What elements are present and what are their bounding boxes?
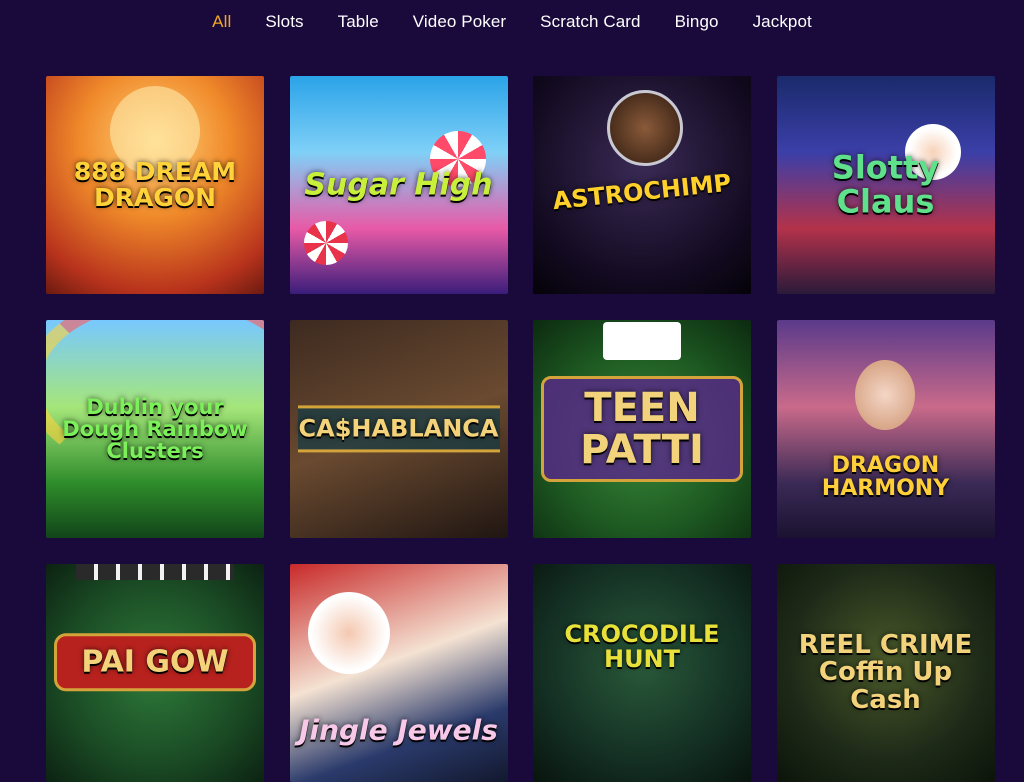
game-title: TEEN PATTI: [541, 376, 743, 482]
game-tile-jingle-jewels[interactable]: Jingle Jewels: [289, 564, 508, 782]
game-title: Sugar High: [304, 167, 493, 203]
game-tile-dublin-your-dough[interactable]: Dublin your Dough Rainbow Clusters: [46, 320, 264, 538]
game-tile-crocodile-hunt[interactable]: CROCODILE HUNT: [533, 564, 751, 782]
game-tile-pai-gow[interactable]: PAI GOW: [46, 564, 264, 782]
nav-item-jackpot[interactable]: Jackpot: [753, 12, 812, 32]
nav-item-bingo[interactable]: Bingo: [675, 12, 719, 32]
game-tile-dragon-harmony[interactable]: DRAGON HARMONY: [776, 320, 995, 538]
playing-cards-icon: [603, 322, 681, 360]
game-title: DRAGON HARMONY: [821, 452, 950, 501]
nav-item-video-poker[interactable]: Video Poker: [413, 12, 506, 32]
nav-item-all[interactable]: All: [212, 12, 231, 32]
nav-item-slots[interactable]: Slots: [265, 12, 303, 32]
game-title: Slotty Claus: [831, 148, 940, 220]
game-title: PAI GOW: [54, 633, 256, 691]
game-title: CA$HABLANCA: [297, 405, 500, 453]
game-title: REEL CRIME Coffin Up Cash: [798, 630, 973, 715]
game-tile-dream-dragon[interactable]: 888 DREAM DRAGON: [46, 76, 264, 294]
game-tile-coffin-up-cash[interactable]: REEL CRIME Coffin Up Cash: [776, 564, 995, 782]
game-title: ASTROCHIMP: [551, 168, 733, 216]
game-title: CROCODILE HUNT: [564, 619, 720, 673]
empress-face: [854, 360, 915, 430]
game-tile-slotty-claus[interactable]: Slotty Claus: [776, 76, 995, 294]
game-tile-astrochimp[interactable]: ASTROCHIMP: [533, 76, 751, 294]
nav-item-table[interactable]: Table: [338, 12, 379, 32]
domino-strip: [76, 564, 234, 580]
game-title: Jingle Jewels: [299, 712, 498, 746]
candy-swirl: [303, 221, 348, 265]
game-grid: 888 DREAM DRAGON Sugar High ASTROCHIMP S…: [46, 76, 995, 782]
game-title: Dublin your Dough Rainbow Clusters: [62, 394, 248, 464]
game-tile-teen-patti[interactable]: TEEN PATTI: [533, 320, 751, 538]
game-tile-cashablanca[interactable]: CA$HABLANCA: [289, 320, 508, 538]
chimp-helmet: [607, 90, 683, 166]
category-nav: All Slots Table Video Poker Scratch Card…: [0, 0, 1024, 44]
santa-face: [307, 592, 390, 674]
game-tile-sugar-high[interactable]: Sugar High: [289, 76, 508, 294]
nav-item-scratch-card[interactable]: Scratch Card: [540, 12, 640, 32]
game-title: 888 DREAM DRAGON: [73, 156, 237, 212]
